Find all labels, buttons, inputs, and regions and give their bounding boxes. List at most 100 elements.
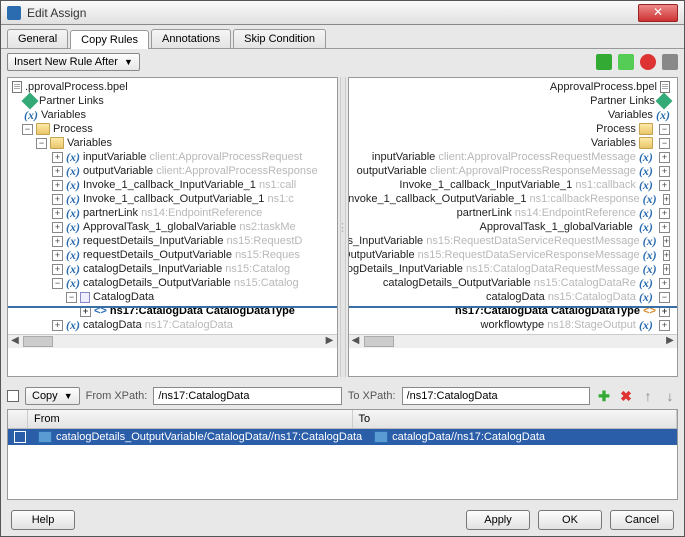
add-rule-icon[interactable]: ✚ [596,388,612,404]
tab-skip-condition[interactable]: Skip Condition [233,29,326,48]
expand-icon[interactable]: + [663,194,670,205]
source-catalog-node[interactable]: ns17:CatalogData CatalogDataType [110,305,295,317]
expand-icon[interactable]: − [66,292,77,303]
expand-icon[interactable]: − [659,138,670,149]
tree-item[interactable]: requestDetails_InputVariable ns15:Reques… [353,234,674,248]
expand-icon[interactable]: + [52,250,63,261]
expand-icon[interactable]: + [663,264,670,275]
expand-icon[interactable]: + [52,152,63,163]
tree-item[interactable]: Invoke_1_callback_InputVariable_1 ns1:ca… [353,178,674,192]
expand-icon[interactable]: + [52,236,63,247]
expand-icon[interactable]: + [659,152,670,163]
to-xpath-input[interactable] [402,387,590,405]
tree-item[interactable]: +(x)outputVariable client:ApprovalProces… [12,164,333,178]
tree-item[interactable]: catalogDetails_InputVariable ns15:Catalo… [353,262,674,276]
tree-item[interactable]: +(x)Invoke_1_callback_OutputVariable_1 n… [12,192,333,206]
expand-icon[interactable]: − [659,292,670,303]
expand-icon[interactable]: + [659,320,670,331]
tree-item[interactable]: catalogDetails_OutputVariable ns15:Catal… [353,276,674,290]
tree-item[interactable]: +(x)requestDetails_InputVariable ns15:Re… [12,234,333,248]
target-variables[interactable]: Variables [608,109,653,121]
tree-item[interactable]: +(x)ApprovalTask_1_globalVariable ns2:ta… [12,220,333,234]
variables-icon: (x) [656,108,670,123]
settings-icon[interactable] [662,54,678,70]
tree-item[interactable]: +(x)Invoke_1_callback_InputVariable_1 ns… [12,178,333,192]
row-checkbox[interactable] [7,390,19,402]
target-catalogdata[interactable]: catalogData [486,291,545,303]
tree-icon[interactable] [596,54,612,70]
expand-icon[interactable]: + [663,250,670,261]
expand-icon[interactable]: + [52,208,63,219]
source-variables[interactable]: Variables [41,109,86,121]
tree-item[interactable]: −(x)catalogDetails_OutputVariable ns15:C… [12,276,333,290]
help-button[interactable]: Help [11,510,75,530]
horizontal-scrollbar[interactable]: ◀▶ [349,334,678,348]
tree-item[interactable]: ApprovalTask_1_globalVariable (x) + [353,220,674,234]
expand-icon[interactable]: + [52,166,63,177]
expand-icon[interactable]: − [22,124,33,135]
tree-item[interactable]: partnerLink ns14:EndpointReference (x) + [353,206,674,220]
tree-item[interactable]: outputVariable client:ApprovalProcessRes… [353,164,674,178]
variable-icon: (x) [66,276,80,291]
target-proc-vars[interactable]: Variables [591,137,636,149]
expand-icon[interactable]: + [659,180,670,191]
tab-general[interactable]: General [7,29,68,48]
horizontal-scrollbar[interactable]: ◀▶ [8,334,337,348]
expand-icon[interactable]: + [52,194,63,205]
close-button[interactable]: ✕ [638,4,678,22]
target-pane[interactable]: ApprovalProcess.bpel Partner Links Varia… [348,77,679,377]
source-partner-links[interactable]: Partner Links [39,95,104,107]
expand-icon[interactable]: + [659,208,670,219]
expand-icon[interactable]: + [659,222,670,233]
source-catalogdata2[interactable]: catalogData [83,319,142,331]
expand-icon[interactable]: + [52,264,63,275]
apply-button[interactable]: Apply [466,510,530,530]
expand-icon[interactable]: + [659,278,670,289]
splitter[interactable]: ⋮ [340,77,346,377]
move-up-icon[interactable]: ↑ [640,388,656,404]
tab-annotations[interactable]: Annotations [151,29,231,48]
tree-item[interactable]: +(x)catalogDetails_InputVariable ns15:Ca… [12,262,333,276]
tree-item[interactable]: +(x)inputVariable client:ApprovalProcess… [12,150,333,164]
tree-item[interactable]: Invoke_1_callback_OutputVariable_1 ns1:c… [353,192,674,206]
expand-icon[interactable]: + [80,306,91,317]
expand-icon[interactable]: − [36,138,47,149]
source-proc-vars[interactable]: Variables [67,137,112,149]
ok-button[interactable]: OK [538,510,602,530]
expand-icon[interactable]: − [659,124,670,135]
delete-icon[interactable] [640,54,656,70]
add-icon[interactable] [618,54,634,70]
cancel-button[interactable]: Cancel [610,510,674,530]
dialog-title: Edit Assign [27,6,638,20]
target-catalog-node[interactable]: ns17:CatalogData CatalogDataType [455,305,640,317]
insert-rule-dropdown[interactable]: Insert New Rule After ▼ [7,53,140,71]
tree-item[interactable]: +(x)requestDetails_OutputVariable ns15:R… [12,248,333,262]
tab-copy-rules[interactable]: Copy Rules [70,30,149,49]
col-from[interactable]: From [28,410,353,428]
col-to[interactable]: To [353,410,678,428]
from-xpath-input[interactable] [153,387,341,405]
bottom-panel: Copy▼ From XPath: To XPath: ✚ ✖ ↑ ↓ From… [1,383,684,504]
copy-dropdown[interactable]: Copy▼ [25,387,80,405]
row-checkbox[interactable] [14,431,26,443]
expand-icon[interactable]: + [52,320,63,331]
table-row[interactable]: catalogDetails_OutputVariable/CatalogDat… [8,429,677,445]
expand-icon[interactable]: + [52,180,63,191]
target-partner-links[interactable]: Partner Links [590,95,655,107]
source-pane[interactable]: .pprovalProcess.bpel Partner Links (x)Va… [7,77,338,377]
tree-item[interactable]: requestDetails_OutputVariable ns15:Reque… [353,248,674,262]
tree-item[interactable]: +(x)partnerLink ns14:EndpointReference [12,206,333,220]
source-catalogdata[interactable]: CatalogData [93,291,154,303]
target-workflow[interactable]: workflowtype [481,319,545,331]
tree-item[interactable]: inputVariable client:ApprovalProcessRequ… [353,150,674,164]
expand-icon[interactable]: + [52,222,63,233]
expand-icon[interactable]: − [52,278,63,289]
remove-rule-icon[interactable]: ✖ [618,388,634,404]
variable-icon: (x) [639,318,653,333]
expand-icon[interactable]: + [659,166,670,177]
expand-icon[interactable]: + [659,306,670,317]
target-process[interactable]: Process [596,123,636,135]
move-down-icon[interactable]: ↓ [662,388,678,404]
expand-icon[interactable]: + [663,236,670,247]
source-process[interactable]: Process [53,123,93,135]
